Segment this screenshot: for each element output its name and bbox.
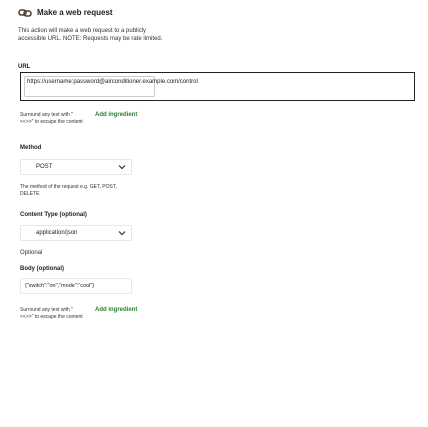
url-field-frame: https://username:password@airconditioner… bbox=[20, 72, 415, 101]
body-add-ingredient-button[interactable]: Add ingredient bbox=[95, 307, 137, 313]
link-icon bbox=[18, 6, 32, 18]
method-helper-text: The method of the request e.g. GET, POST… bbox=[20, 184, 117, 198]
content-type-optional-note: Optional bbox=[20, 250, 43, 256]
body-label: Body (optional) bbox=[20, 266, 64, 272]
method-selected-value: POST bbox=[36, 164, 53, 170]
body-input[interactable]: {"switch":"on","mode":"cool"} bbox=[20, 278, 132, 294]
content-type-label: Content Type (optional) bbox=[20, 212, 87, 218]
content-type-selected-value: application/json bbox=[36, 230, 78, 236]
action-header: Make a web request bbox=[18, 5, 113, 19]
action-title: Make a web request bbox=[37, 7, 113, 17]
body-helper-line1: Surround any text with " bbox=[20, 307, 73, 313]
method-label: Method bbox=[20, 145, 42, 151]
body-helper-line2: <<>>" to escape the content bbox=[20, 314, 83, 320]
method-helper-line2: DELETE bbox=[20, 191, 40, 197]
action-description: This action will make a web request to a… bbox=[18, 28, 163, 42]
content-type-select[interactable]: application/json bbox=[20, 225, 132, 241]
url-helper-line1: Surround any text with " bbox=[20, 112, 73, 118]
chevron-down-icon bbox=[117, 229, 127, 237]
url-add-ingredient-button[interactable]: Add ingredient bbox=[95, 112, 137, 118]
chevron-down-icon bbox=[117, 163, 127, 171]
body-helper-text: Surround any text with " <<>>" to escape… bbox=[20, 307, 83, 321]
method-helper-line1: The method of the request e.g. GET, POST… bbox=[20, 184, 117, 190]
url-input[interactable]: https://username:password@airconditioner… bbox=[24, 76, 198, 97]
method-select[interactable]: POST bbox=[20, 159, 132, 175]
url-helper-text: Surround any text with " <<>>" to escape… bbox=[20, 112, 83, 126]
url-helper-line2: <<>>" to escape the content bbox=[20, 119, 83, 125]
url-label: URL bbox=[18, 64, 31, 70]
